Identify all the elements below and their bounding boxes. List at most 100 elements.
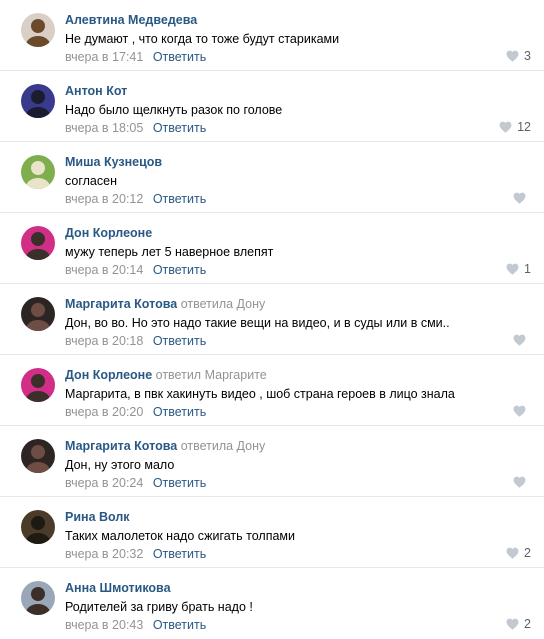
like-count: 2 <box>524 546 531 560</box>
comment-time[interactable]: вчера в 17:41 <box>65 50 143 64</box>
like-count: 3 <box>524 49 531 63</box>
reply-button[interactable]: Ответить <box>153 334 206 348</box>
avatar[interactable] <box>21 510 55 544</box>
avatar[interactable] <box>21 297 55 331</box>
author-name[interactable]: Антон Кот <box>65 84 127 98</box>
comment-time[interactable]: вчера в 20:32 <box>65 547 143 561</box>
like-count: 1 <box>524 262 531 276</box>
like-button[interactable]: 2 <box>506 545 531 561</box>
heart-icon <box>506 50 519 62</box>
comment-item: Маргарита Котова ответила Дону Дон, во в… <box>0 284 544 355</box>
comment-meta: вчера в 20:24 Ответить <box>65 475 206 491</box>
like-button[interactable] <box>513 332 531 348</box>
avatar-image <box>21 297 55 331</box>
heart-icon <box>506 547 519 559</box>
comment-header: Дон Корлеоне <box>65 225 152 241</box>
comment-item: Маргарита Котова ответила Дону Дон, ну э… <box>0 426 544 497</box>
comment-header: Антон Кот <box>65 83 127 99</box>
reply-button[interactable]: Ответить <box>153 263 206 277</box>
avatar[interactable] <box>21 226 55 260</box>
heart-icon <box>513 192 526 204</box>
comment-header: Анна Шмотикова <box>65 580 171 596</box>
comment-item: Дон Корлеоне ответил Маргарите Маргарита… <box>0 355 544 426</box>
reply-to-info: ответил Маргарите <box>155 368 267 382</box>
comment-header: Алевтина Медведева <box>65 12 197 28</box>
comments-list: Алевтина Медведева Не думают , что когда… <box>0 0 544 639</box>
reply-to-info: ответила Дону <box>180 297 266 311</box>
comment-item: Алевтина Медведева Не думают , что когда… <box>0 0 544 71</box>
comment-text: Надо было щелкнуть разок по голове <box>65 103 283 117</box>
comment-meta: вчера в 20:18 Ответить <box>65 333 206 349</box>
reply-button[interactable]: Ответить <box>153 618 206 632</box>
like-button[interactable]: 3 <box>506 48 531 64</box>
heart-icon <box>506 263 519 275</box>
comment-time[interactable]: вчера в 20:43 <box>65 618 143 632</box>
author-name[interactable]: Маргарита Котова <box>65 439 177 453</box>
comment-time[interactable]: вчера в 20:24 <box>65 476 143 490</box>
avatar-image <box>21 84 55 118</box>
author-name[interactable]: Миша Кузнецов <box>65 155 162 169</box>
comment-header: Маргарита Котова ответила Дону <box>65 438 265 454</box>
avatar[interactable] <box>21 581 55 615</box>
avatar-image <box>21 155 55 189</box>
heart-icon <box>513 405 526 417</box>
comment-text: Дон, во во. Но это надо такие вещи на ви… <box>65 316 450 330</box>
avatar[interactable] <box>21 13 55 47</box>
comment-meta: вчера в 20:32 Ответить <box>65 546 206 562</box>
avatar-image <box>21 368 55 402</box>
comment-item: Дон Корлеоне мужу теперь лет 5 наверное … <box>0 213 544 284</box>
reply-button[interactable]: Ответить <box>153 547 206 561</box>
comment-text: Таких малолеток надо сжигать толпами <box>65 529 295 543</box>
comment-time[interactable]: вчера в 20:20 <box>65 405 143 419</box>
like-button[interactable] <box>513 474 531 490</box>
author-name[interactable]: Маргарита Котова <box>65 297 177 311</box>
comment-text: Родителей за гриву брать надо ! <box>65 600 253 614</box>
comment-meta: вчера в 20:12 Ответить <box>65 191 206 207</box>
like-count: 12 <box>517 120 531 134</box>
like-count: 2 <box>524 617 531 631</box>
comment-text: Маргарита, в пвк хакинуть видео , шоб ст… <box>65 387 455 401</box>
like-button[interactable] <box>513 403 531 419</box>
comment-header: Рина Волк <box>65 509 130 525</box>
comment-time[interactable]: вчера в 18:05 <box>65 121 143 135</box>
like-button[interactable]: 12 <box>499 119 531 135</box>
comment-text: согласен <box>65 174 117 188</box>
avatar[interactable] <box>21 155 55 189</box>
reply-button[interactable]: Ответить <box>153 476 206 490</box>
author-name[interactable]: Дон Корлеоне <box>65 368 152 382</box>
comment-time[interactable]: вчера в 20:18 <box>65 334 143 348</box>
comment-item: Анна Шмотикова Родителей за гриву брать … <box>0 568 544 639</box>
avatar[interactable] <box>21 84 55 118</box>
avatar-image <box>21 439 55 473</box>
comment-text: мужу теперь лет 5 наверное влепят <box>65 245 274 259</box>
comment-time[interactable]: вчера в 20:12 <box>65 192 143 206</box>
comment-meta: вчера в 17:41 Ответить <box>65 49 206 65</box>
comment-text: Дон, ну этого мало <box>65 458 175 472</box>
comment-text: Не думают , что когда то тоже будут стар… <box>65 32 340 46</box>
comment-meta: вчера в 20:43 Ответить <box>65 617 206 633</box>
comment-time[interactable]: вчера в 20:14 <box>65 263 143 277</box>
author-name[interactable]: Анна Шмотикова <box>65 581 171 595</box>
heart-icon <box>499 121 512 133</box>
author-name[interactable]: Дон Корлеоне <box>65 226 152 240</box>
like-button[interactable] <box>513 190 531 206</box>
avatar-image <box>21 13 55 47</box>
comment-meta: вчера в 20:14 Ответить <box>65 262 206 278</box>
reply-button[interactable]: Ответить <box>153 192 206 206</box>
reply-button[interactable]: Ответить <box>153 121 206 135</box>
comment-meta: вчера в 18:05 Ответить <box>65 120 206 136</box>
like-button[interactable]: 2 <box>506 616 531 632</box>
comment-header: Дон Корлеоне ответил Маргарите <box>65 367 267 383</box>
reply-button[interactable]: Ответить <box>153 405 206 419</box>
avatar-image <box>21 510 55 544</box>
author-name[interactable]: Алевтина Медведева <box>65 13 197 27</box>
like-button[interactable]: 1 <box>506 261 531 277</box>
author-name[interactable]: Рина Волк <box>65 510 130 524</box>
heart-icon <box>506 618 519 630</box>
avatar[interactable] <box>21 439 55 473</box>
reply-to-info: ответила Дону <box>180 439 266 453</box>
avatar[interactable] <box>21 368 55 402</box>
comment-header: Маргарита Котова ответила Дону <box>65 296 265 312</box>
reply-button[interactable]: Ответить <box>153 50 206 64</box>
avatar-image <box>21 581 55 615</box>
